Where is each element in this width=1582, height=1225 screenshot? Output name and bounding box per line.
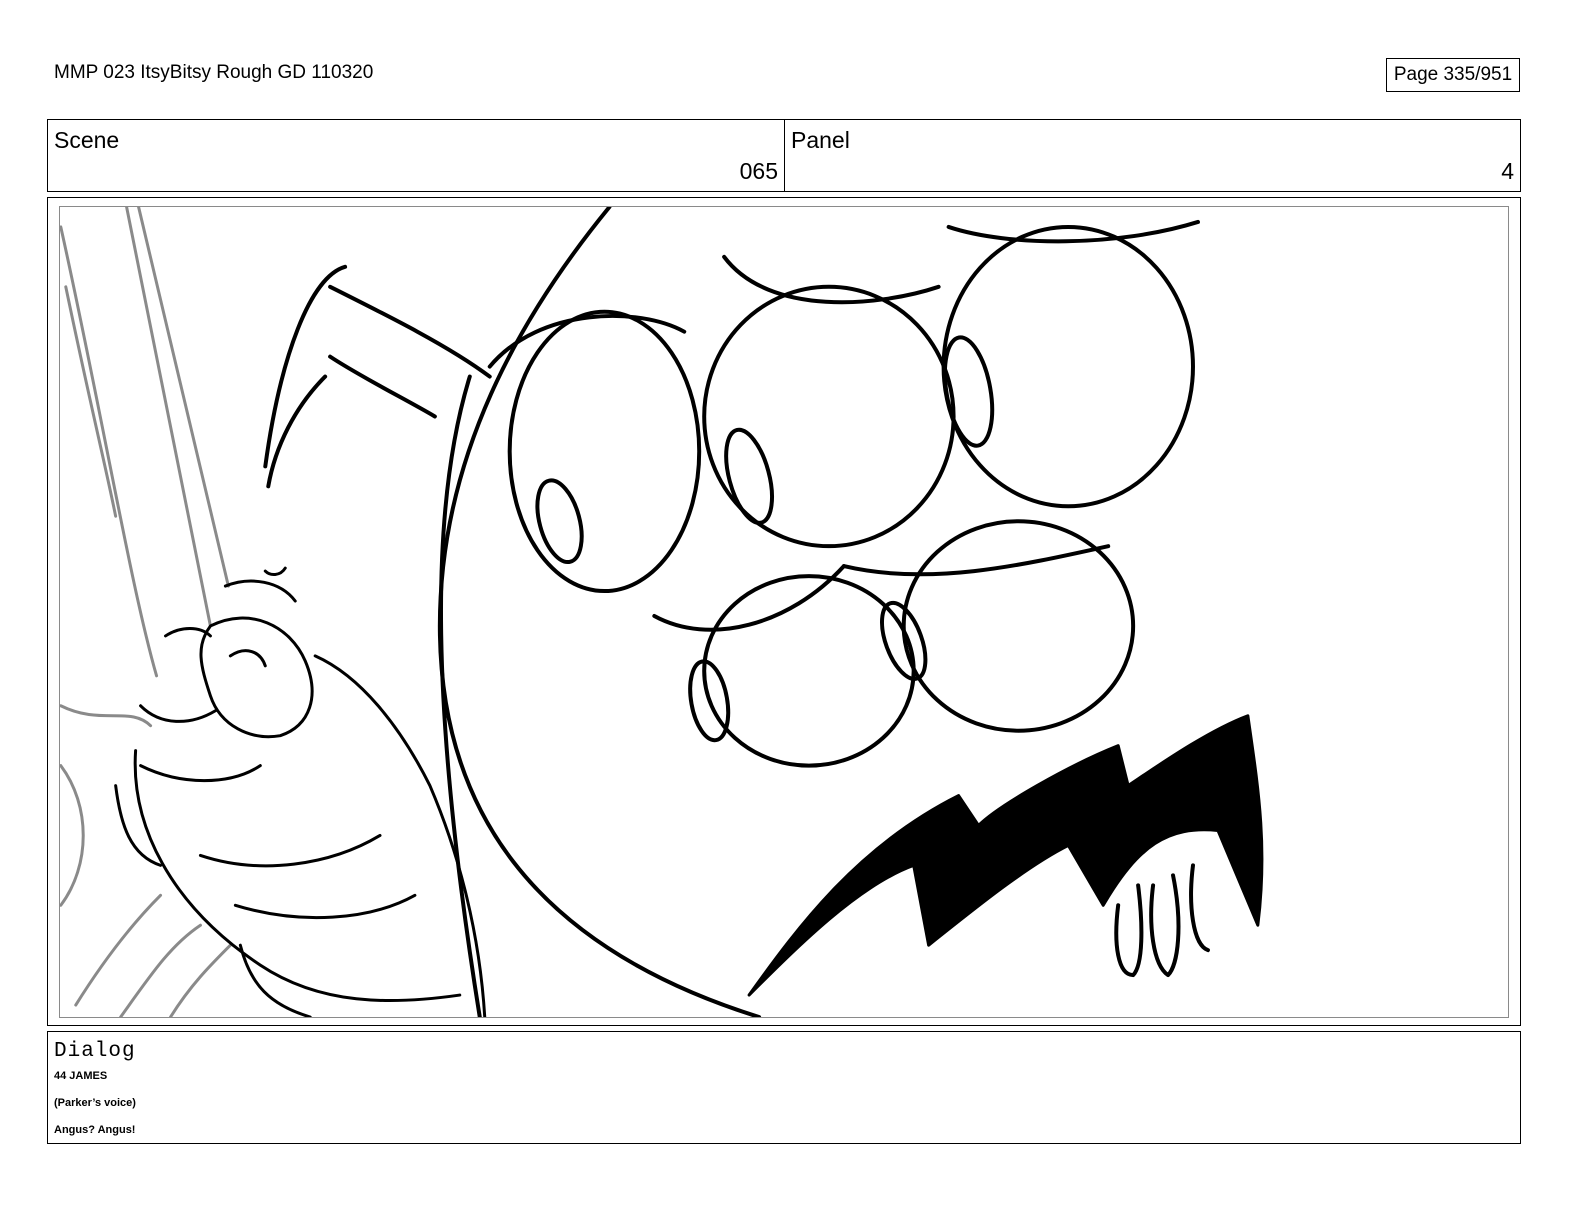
dialog-direction: (Parker’s voice)	[54, 1097, 136, 1109]
scene-label: Scene	[54, 127, 120, 153]
speed-lines	[60, 207, 232, 1017]
storyboard-frame	[47, 197, 1521, 1026]
creature-mouth	[747, 714, 1264, 997]
document-title: MMP 023 ItsyBitsy Rough GD 110320	[54, 62, 374, 83]
panel-number: 4	[1501, 158, 1514, 184]
panel-cell: Panel 4	[785, 120, 1520, 191]
storyboard-sketch	[60, 207, 1264, 1017]
scene-number: 065	[739, 158, 778, 184]
dialog-text: Angus? Angus!	[54, 1124, 136, 1136]
scene-panel-header: Scene 065 Panel 4	[47, 119, 1521, 192]
page-number: Page 335/951	[1386, 58, 1520, 92]
scene-cell: Scene 065	[48, 120, 785, 191]
dialog-box: Dialog 44 JAMES (Parker’s voice) Angus? …	[47, 1031, 1521, 1144]
dialog-speaker: 44 JAMES	[54, 1070, 108, 1082]
dialog-label: Dialog	[54, 1040, 136, 1063]
storyboard-drawing-area	[59, 206, 1509, 1018]
panel-label: Panel	[791, 127, 850, 153]
